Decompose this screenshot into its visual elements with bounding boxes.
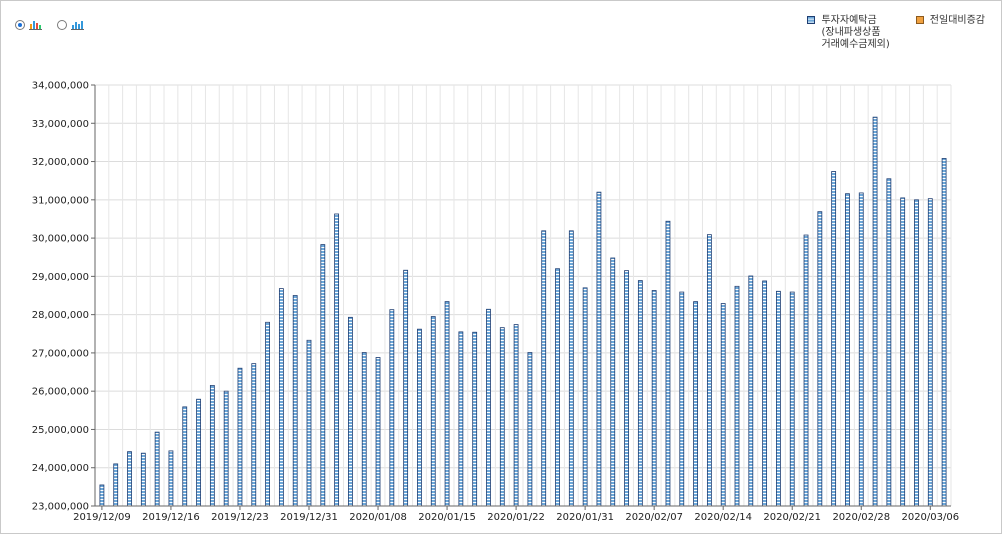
x-tick-label: 2019/12/09 — [73, 512, 131, 523]
bar — [679, 291, 685, 507]
bar — [223, 390, 229, 507]
bar — [637, 280, 643, 507]
bar — [734, 285, 740, 507]
bar — [99, 484, 105, 507]
bar — [651, 290, 657, 507]
bar — [720, 303, 726, 507]
chart-area: 23,000,000 24,000,000 25,000,000 26,000,000… — [1, 1, 1003, 535]
y-tick-label: 30,000,000 — [32, 234, 89, 245]
y-tick-label: 23,000,000 — [32, 502, 89, 513]
bar — [348, 316, 353, 507]
bar — [624, 270, 629, 507]
bar — [113, 463, 119, 507]
bar — [430, 316, 436, 507]
bar — [513, 324, 519, 507]
bar — [251, 363, 257, 507]
y-tick-label: 24,000,000 — [32, 463, 89, 474]
y-tick-label: 34,000,000 — [32, 81, 89, 92]
y-tick-label: 32,000,000 — [32, 157, 89, 168]
bar — [306, 339, 312, 507]
x-tick-label: 2019/12/23 — [211, 512, 269, 523]
bar — [789, 291, 795, 507]
bar — [444, 301, 450, 507]
x-tick-label: 2020/03/06 — [901, 512, 959, 523]
bar — [486, 308, 491, 507]
x-tick-label: 2020/02/07 — [625, 512, 683, 523]
bar — [361, 352, 367, 507]
bar — [941, 158, 947, 507]
x-tick-label: 2020/01/15 — [418, 512, 476, 523]
bar — [845, 193, 850, 507]
bar — [182, 406, 188, 507]
bar — [237, 367, 243, 507]
x-tick-label: 2020/01/22 — [487, 512, 545, 523]
bar — [527, 352, 533, 507]
bar — [555, 268, 560, 507]
bar — [499, 327, 505, 507]
bar — [831, 171, 837, 507]
bar — [762, 280, 768, 507]
y-tick-label: 25,000,000 — [32, 425, 89, 436]
y-tick-label: 28,000,000 — [32, 310, 89, 321]
bar — [900, 197, 906, 507]
bar — [320, 244, 326, 507]
bar — [140, 452, 146, 507]
y-tick-label: 26,000,000 — [32, 387, 89, 398]
bar — [278, 288, 284, 507]
bar — [665, 220, 671, 507]
bar — [541, 230, 547, 507]
x-tick-label: 2020/02/14 — [694, 512, 752, 523]
bar — [776, 290, 781, 507]
x-tick-label: 2020/01/08 — [349, 512, 407, 523]
bar — [568, 230, 574, 507]
bar — [610, 257, 616, 507]
chart-panel: 투자자예탁금 (장내파생상품 거래예수금제외) 전일대비증감 23,000,00… — [0, 0, 1002, 534]
y-tick-label: 33,000,000 — [32, 119, 89, 130]
bar — [265, 321, 270, 507]
x-tick-label: 2020/02/28 — [832, 512, 890, 523]
bar — [375, 357, 381, 507]
bar — [209, 385, 215, 507]
bar — [417, 328, 422, 507]
x-tick-label: 2020/01/31 — [556, 512, 614, 523]
bar — [693, 301, 698, 507]
bar — [706, 234, 712, 507]
bar-chart-svg: 23,000,000 24,000,000 25,000,000 26,000,000… — [32, 81, 959, 524]
bar — [748, 275, 754, 507]
bar — [196, 398, 201, 507]
x-tick-label: 2020/02/21 — [763, 512, 821, 523]
y-tick-label: 31,000,000 — [32, 195, 89, 206]
bar — [914, 199, 919, 507]
bar — [858, 192, 864, 507]
bar — [886, 178, 892, 507]
bar — [817, 211, 823, 507]
y-tick-label: 29,000,000 — [32, 272, 89, 283]
bar — [389, 309, 395, 507]
bar — [803, 234, 809, 507]
bar — [334, 213, 340, 507]
bar — [458, 331, 464, 507]
bar — [582, 287, 588, 507]
bar — [127, 451, 132, 507]
x-tick-label: 2019/12/16 — [142, 512, 200, 523]
bar — [472, 331, 478, 507]
bar — [403, 269, 409, 507]
bar — [927, 198, 933, 507]
bar — [168, 450, 174, 507]
bar — [872, 116, 878, 507]
bar — [292, 295, 298, 507]
bar — [596, 191, 602, 507]
bar — [154, 431, 160, 507]
x-tick-label: 2019/12/31 — [280, 512, 338, 523]
y-tick-label: 27,000,000 — [32, 348, 89, 359]
